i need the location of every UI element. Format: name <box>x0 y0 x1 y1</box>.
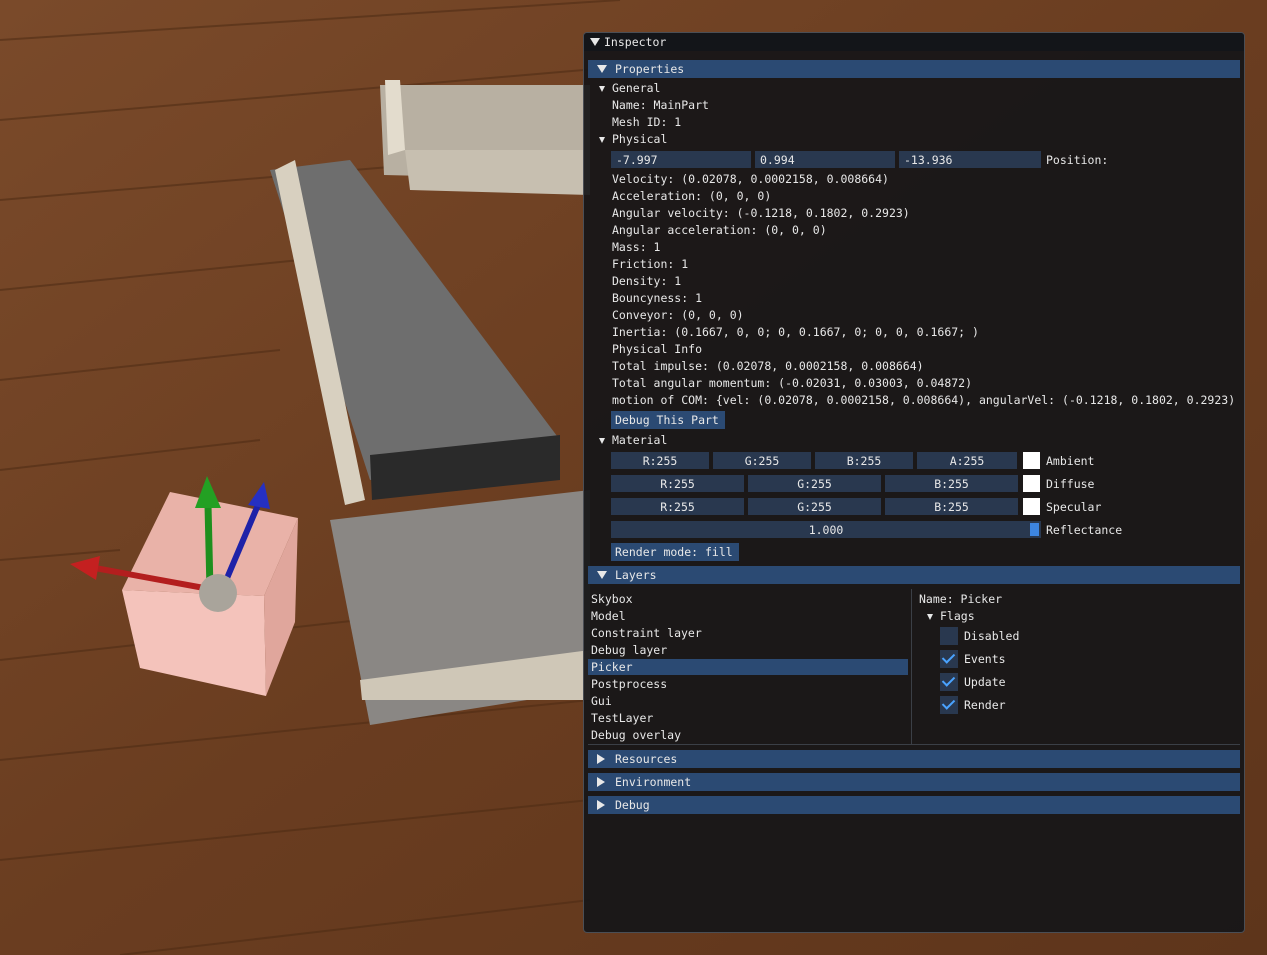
collapse-arrow-icon[interactable] <box>597 571 607 579</box>
physical-stat-line: motion of COM: {vel: (0.02078, 0.0002158… <box>612 393 1236 407</box>
physical-tree-node[interactable]: Physical <box>599 132 799 148</box>
physical-stat-line: Friction: 1 <box>612 257 689 271</box>
physical-stat-line: Total angular momentum: (-0.02031, 0.030… <box>612 376 973 390</box>
layer-name: Name: Picker <box>919 592 1003 606</box>
physical-stat-line: Inertia: (0.1667, 0, 0; 0, 0.1667, 0; 0,… <box>612 325 979 339</box>
layer-list-item[interactable]: Postprocess <box>588 676 908 692</box>
position-x-input[interactable]: -7.997 <box>611 151 751 168</box>
ambient-label: Ambient <box>1046 454 1095 468</box>
checkmark-icon <box>941 650 956 664</box>
checkmark-icon <box>941 673 956 687</box>
physical-stat-line: Angular acceleration: (0, 0, 0) <box>612 223 827 237</box>
layer-list-item-label: TestLayer <box>591 711 654 725</box>
slider-grab-handle[interactable] <box>1030 523 1039 536</box>
layer-list-item[interactable]: Model <box>588 608 908 624</box>
layer-list-item-label: Constraint layer <box>591 626 702 640</box>
debug-this-part-button[interactable]: Debug This Part <box>611 411 725 429</box>
diffuse-g-input[interactable]: G:255 <box>748 475 881 492</box>
ambient-b-input[interactable]: B:255 <box>815 452 913 469</box>
flag-update-checkbox[interactable] <box>940 673 958 691</box>
layer-list-item-label: Picker <box>591 660 633 674</box>
flag-label: Render <box>964 698 1006 712</box>
layer-list-item[interactable]: TestLayer <box>588 710 908 726</box>
layer-list-item-label: Gui <box>591 694 612 708</box>
reflectance-slider[interactable]: 1.000 <box>611 521 1041 538</box>
physical-stat-line: Mass: 1 <box>612 240 661 254</box>
position-y-input[interactable]: 0.994 <box>755 151 895 168</box>
collapse-arrow-icon[interactable] <box>599 137 605 143</box>
diffuse-label: Diffuse <box>1046 477 1095 491</box>
position-label: Position: <box>1046 153 1109 167</box>
layer-list-item[interactable]: Gui <box>588 693 908 709</box>
diffuse-r-input[interactable]: R:255 <box>611 475 744 492</box>
expand-arrow-icon[interactable] <box>597 754 605 764</box>
render-mode-button[interactable]: Render mode: fill <box>611 543 739 561</box>
layer-list-item-label: Debug layer <box>591 643 668 657</box>
flag-events-checkbox[interactable] <box>940 650 958 668</box>
physical-stat-line: Bouncyness: 1 <box>612 291 703 305</box>
layer-list-item[interactable]: Constraint layer <box>588 625 908 641</box>
ambient-color-swatch[interactable] <box>1023 452 1040 469</box>
flag-render-checkbox[interactable] <box>940 696 958 714</box>
expand-arrow-icon[interactable] <box>597 800 605 810</box>
flag-label: Events <box>964 652 1006 666</box>
collapse-arrow-icon[interactable] <box>597 65 607 73</box>
debug-header[interactable]: Debug <box>588 796 1240 814</box>
flag-label: Update <box>964 675 1006 689</box>
layer-list-item[interactable]: Picker <box>588 659 908 675</box>
diffuse-b-input[interactable]: B:255 <box>885 475 1018 492</box>
expand-arrow-icon[interactable] <box>597 777 605 787</box>
flags-tree-node[interactable]: Flags <box>927 609 1127 625</box>
physical-stat-line: Density: 1 <box>612 274 682 288</box>
layers-bottom-divider <box>588 744 1240 745</box>
specular-color-swatch[interactable] <box>1023 498 1040 515</box>
reflectance-label: Reflectance <box>1046 523 1123 537</box>
layer-list-item-label: Skybox <box>591 592 633 606</box>
environment-header[interactable]: Environment <box>588 773 1240 791</box>
resources-header[interactable]: Resources <box>588 750 1240 768</box>
part-name: Name: MainPart <box>612 98 709 112</box>
physical-stat-line: Conveyor: (0, 0, 0) <box>612 308 744 322</box>
inspector-title-bar[interactable]: Inspector <box>584 33 1244 51</box>
specular-g-input[interactable]: G:255 <box>748 498 881 515</box>
layer-list-item-label: Postprocess <box>591 677 668 691</box>
physical-stat-line: Velocity: (0.02078, 0.0002158, 0.008664) <box>612 172 889 186</box>
inspector-window[interactable]: Inspector Properties General Name: MainP… <box>583 32 1245 933</box>
collapse-arrow-icon[interactable] <box>927 614 933 620</box>
ambient-r-input[interactable]: R:255 <box>611 452 709 469</box>
diffuse-color-swatch[interactable] <box>1023 475 1040 492</box>
physical-stat-line: Angular velocity: (-0.1218, 0.1802, 0.29… <box>612 206 910 220</box>
collapse-arrow-icon[interactable] <box>599 438 605 444</box>
flag-label: Disabled <box>964 629 1020 643</box>
specular-r-input[interactable]: R:255 <box>611 498 744 515</box>
physical-stat-line: Total impulse: (0.02078, 0.0002158, 0.00… <box>612 359 924 373</box>
specular-b-input[interactable]: B:255 <box>885 498 1018 515</box>
position-z-input[interactable]: -13.936 <box>899 151 1041 168</box>
checkmark-icon <box>941 696 956 710</box>
collapse-arrow-icon[interactable] <box>590 38 600 46</box>
physical-stat-line: Physical Info <box>612 342 703 356</box>
layer-list-item[interactable]: Debug overlay <box>588 727 908 743</box>
properties-header[interactable]: Properties <box>588 60 1240 78</box>
ambient-g-input[interactable]: G:255 <box>713 452 811 469</box>
collapse-arrow-icon[interactable] <box>599 86 605 92</box>
layers-divider <box>911 589 912 745</box>
window-title: Inspector <box>604 35 667 49</box>
layer-list-item-label: Debug overlay <box>591 728 682 742</box>
general-tree-node[interactable]: General <box>599 81 799 97</box>
layer-list-item[interactable]: Skybox <box>588 591 908 607</box>
flag-disabled-checkbox[interactable] <box>940 627 958 645</box>
mesh-id: Mesh ID: 1 <box>612 115 682 129</box>
layer-list-item-label: Model <box>591 609 626 623</box>
layer-list-item[interactable]: Debug layer <box>588 642 908 658</box>
ambient-a-input[interactable]: A:255 <box>917 452 1017 469</box>
specular-label: Specular <box>1046 500 1102 514</box>
layers-header[interactable]: Layers <box>588 566 1240 584</box>
physical-stat-line: Acceleration: (0, 0, 0) <box>612 189 772 203</box>
material-tree-node[interactable]: Material <box>599 433 799 449</box>
